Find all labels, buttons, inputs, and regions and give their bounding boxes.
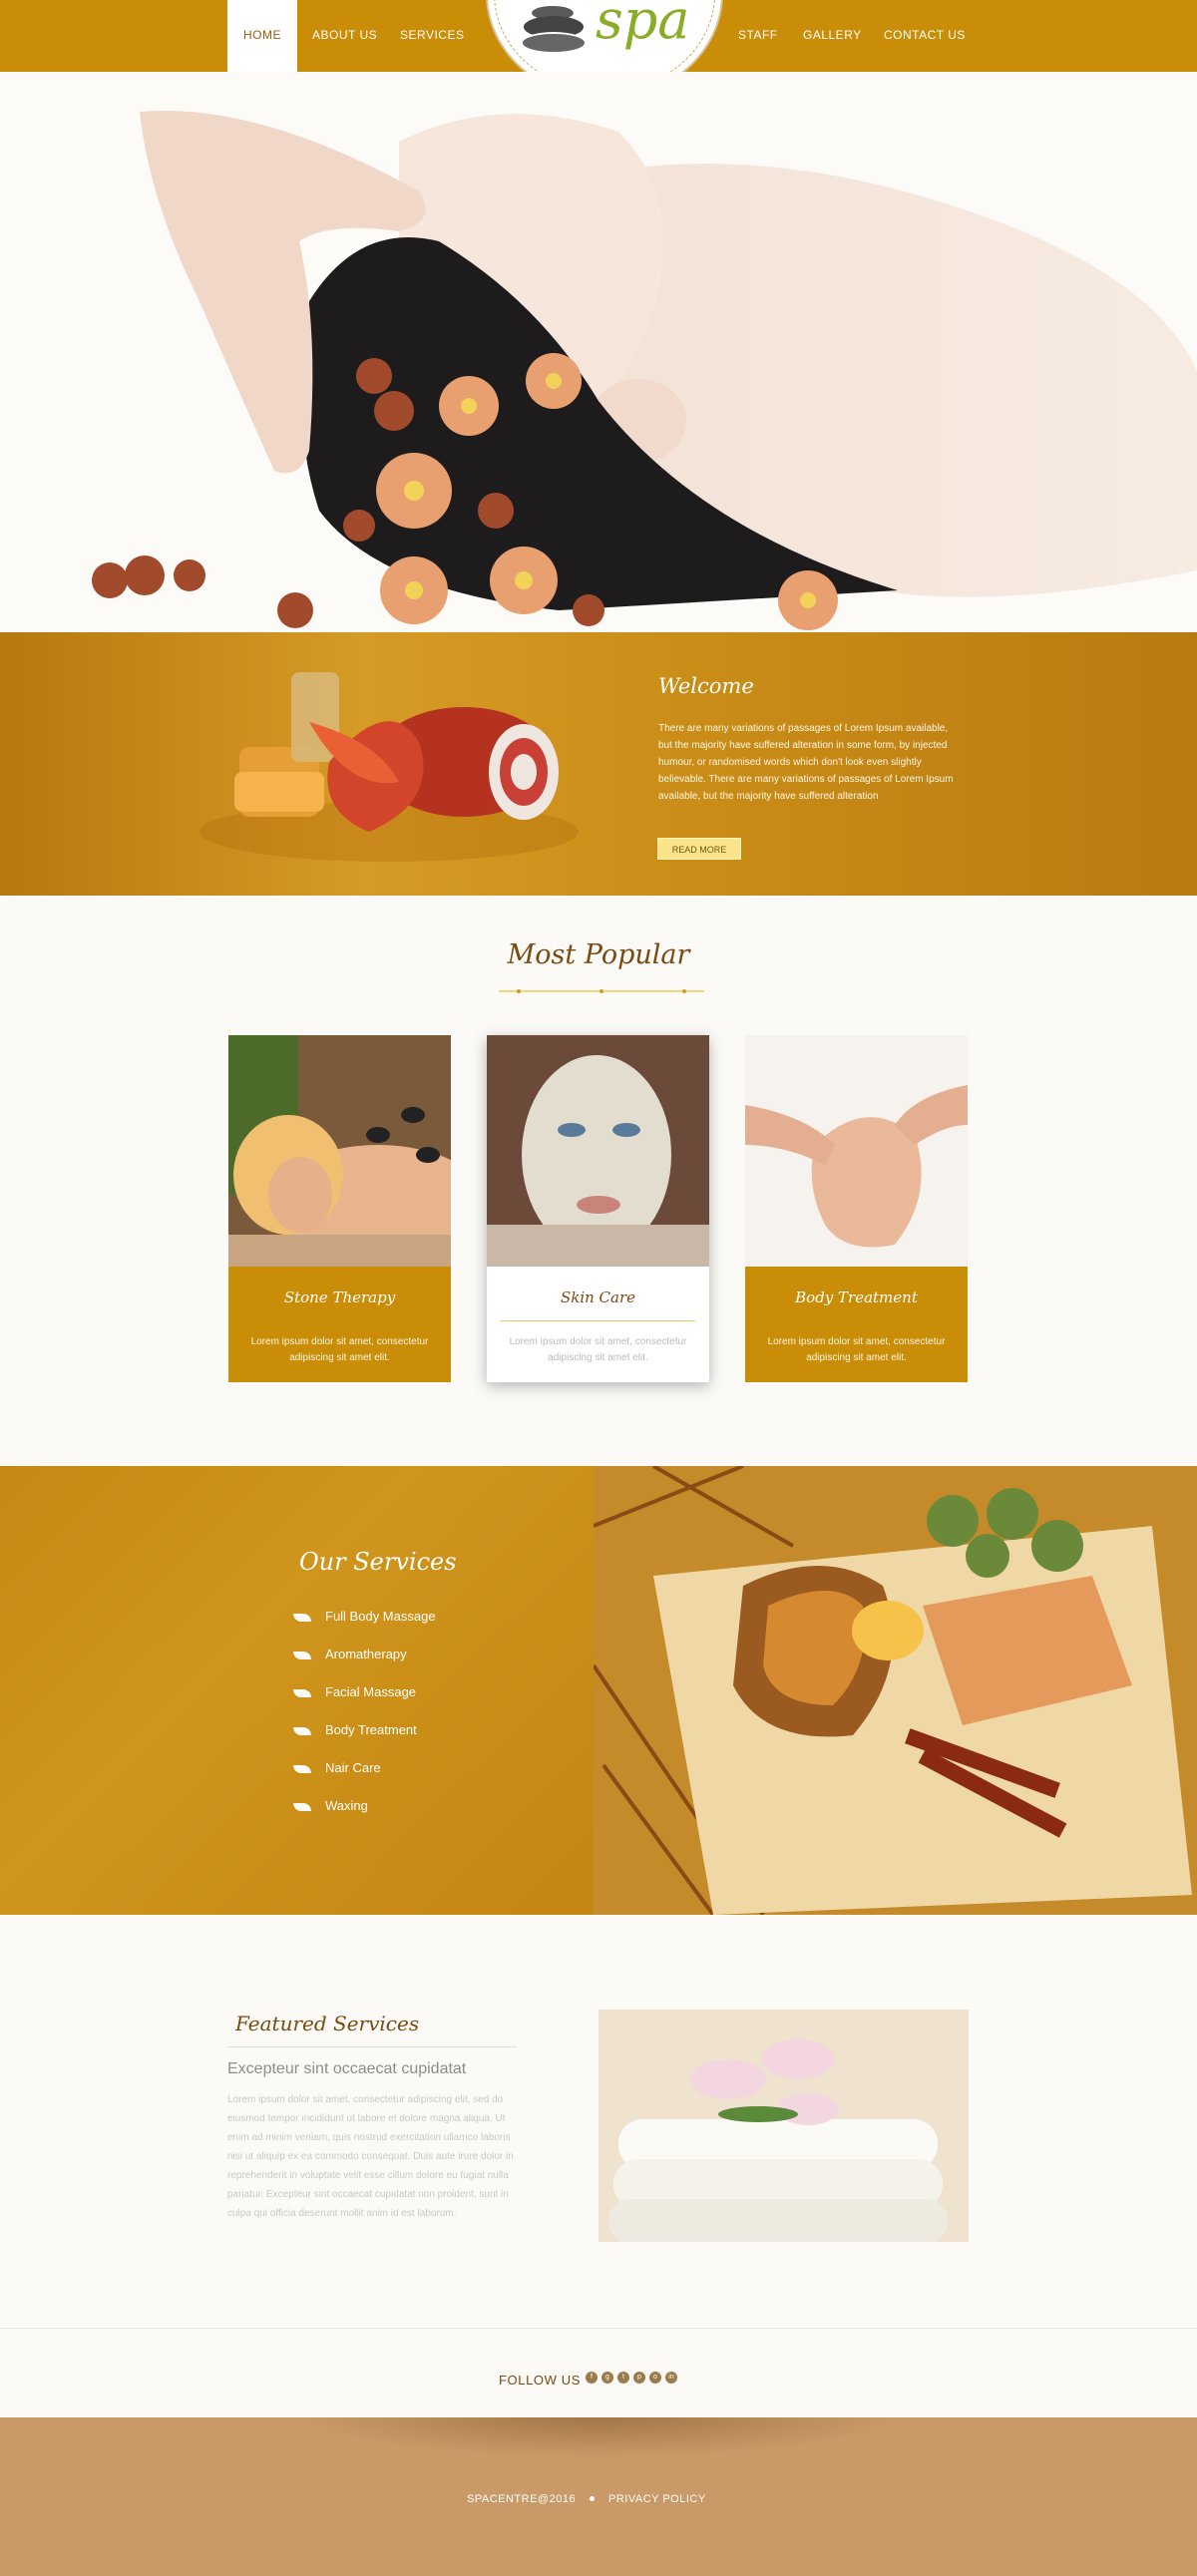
linkedin-icon[interactable]: in — [665, 2372, 677, 2384]
card-body: Body Treatment Lorem ipsum dolor sit ame… — [745, 1267, 968, 1382]
copyright-text: SPACENTRE@2016 — [467, 2493, 577, 2505]
twitter-icon[interactable]: t — [617, 2372, 629, 2384]
instagram-icon[interactable]: o — [649, 2372, 661, 2384]
nav-staff[interactable]: STAFF — [738, 0, 778, 72]
section-divider — [0, 2328, 1197, 2329]
stone-therapy-image — [228, 1035, 451, 1267]
skin-care-image — [487, 1035, 709, 1267]
card-text: Lorem ipsum dolor sit amet, consectetur … — [509, 1336, 687, 1363]
follow-us-label: FOLLOW US — [499, 2373, 581, 2388]
our-services-section: Our Services Full Body Massage Aromather… — [0, 1466, 1197, 1915]
leaf-icon — [293, 1726, 311, 1735]
welcome-title: Welcome — [658, 674, 754, 698]
featured-title: Featured Services — [235, 2012, 420, 2035]
title-divider — [499, 989, 704, 993]
facebook-icon[interactable]: f — [586, 2372, 598, 2384]
card-text: Lorem ipsum dolor sit amet, consectetur … — [767, 1336, 946, 1363]
leaf-icon — [293, 1688, 311, 1697]
service-item[interactable]: Nair Care — [293, 1760, 381, 1775]
read-more-button[interactable]: READ MORE — [657, 838, 741, 860]
card-title: Body Treatment — [795, 1288, 918, 1306]
nav-gallery[interactable]: GALLERY — [803, 0, 862, 72]
nav-contact-us[interactable]: CONTACT US — [884, 0, 966, 72]
nav-home[interactable]: HOME — [227, 0, 297, 74]
pinterest-icon[interactable]: p — [633, 2372, 645, 2384]
service-label: Aromatherapy — [325, 1647, 407, 1661]
featured-subtitle: Excepteur sint occaecat cupidatat — [227, 2060, 467, 2077]
card-body: Skin Care Lorem ipsum dolor sit amet, co… — [487, 1267, 709, 1382]
service-item[interactable]: Waxing — [293, 1798, 368, 1813]
card-body-treatment[interactable]: Body Treatment Lorem ipsum dolor sit ame… — [745, 1035, 968, 1382]
nav-about-us[interactable]: ABOUT US — [312, 0, 377, 72]
most-popular-title: Most Popular — [507, 939, 690, 970]
featured-text: Lorem ipsum dolor sit amet, consectetur … — [227, 2094, 514, 2219]
leaf-icon — [293, 1651, 311, 1659]
nav-services[interactable]: SERVICES — [400, 0, 464, 72]
card-skin-care[interactable]: Skin Care Lorem ipsum dolor sit amet, co… — [487, 1035, 709, 1382]
hero-banner — [0, 72, 1197, 632]
service-label: Facial Massage — [325, 1684, 417, 1699]
logo-text: spa — [596, 0, 690, 51]
services-title: Our Services — [299, 1548, 457, 1576]
leaf-icon — [293, 1802, 311, 1811]
service-label: Nair Care — [325, 1760, 381, 1775]
hero-image — [0, 72, 1197, 632]
service-item[interactable]: Body Treatment — [293, 1722, 417, 1737]
service-item[interactable]: Facial Massage — [293, 1684, 416, 1699]
card-body: Stone Therapy Lorem ipsum dolor sit amet… — [228, 1267, 451, 1382]
service-item[interactable]: Aromatherapy — [293, 1647, 407, 1661]
service-item[interactable]: Full Body Massage — [293, 1609, 436, 1624]
leaf-icon — [293, 1764, 311, 1773]
welcome-text: There are many variations of passages of… — [658, 723, 954, 802]
privacy-policy-link[interactable]: PRIVACY POLICY — [608, 2493, 706, 2505]
footer: SPACENTRE@2016 PRIVACY POLICY — [0, 2417, 1197, 2576]
card-divider — [501, 1320, 695, 1321]
spa-products-image — [200, 672, 579, 862]
service-label: Body Treatment — [325, 1722, 417, 1737]
card-title: Skin Care — [560, 1288, 636, 1306]
footer-shadow — [299, 2417, 898, 2457]
welcome-section: Welcome There are many variations of pas… — [0, 632, 1197, 896]
google-plus-icon[interactable]: g — [601, 2372, 613, 2384]
towels-image — [598, 2010, 969, 2242]
featured-divider — [227, 2046, 517, 2047]
services-image — [594, 1466, 1197, 1915]
stone-icon — [521, 32, 587, 54]
body-treatment-image — [745, 1035, 968, 1267]
card-text: Lorem ipsum dolor sit amet, consectetur … — [250, 1336, 429, 1363]
service-label: Waxing — [325, 1798, 368, 1813]
leaf-icon — [293, 1613, 311, 1622]
service-label: Full Body Massage — [325, 1609, 436, 1624]
card-title: Stone Therapy — [283, 1288, 396, 1306]
card-stone-therapy[interactable]: Stone Therapy Lorem ipsum dolor sit amet… — [228, 1035, 451, 1382]
separator-dot — [590, 2496, 595, 2501]
